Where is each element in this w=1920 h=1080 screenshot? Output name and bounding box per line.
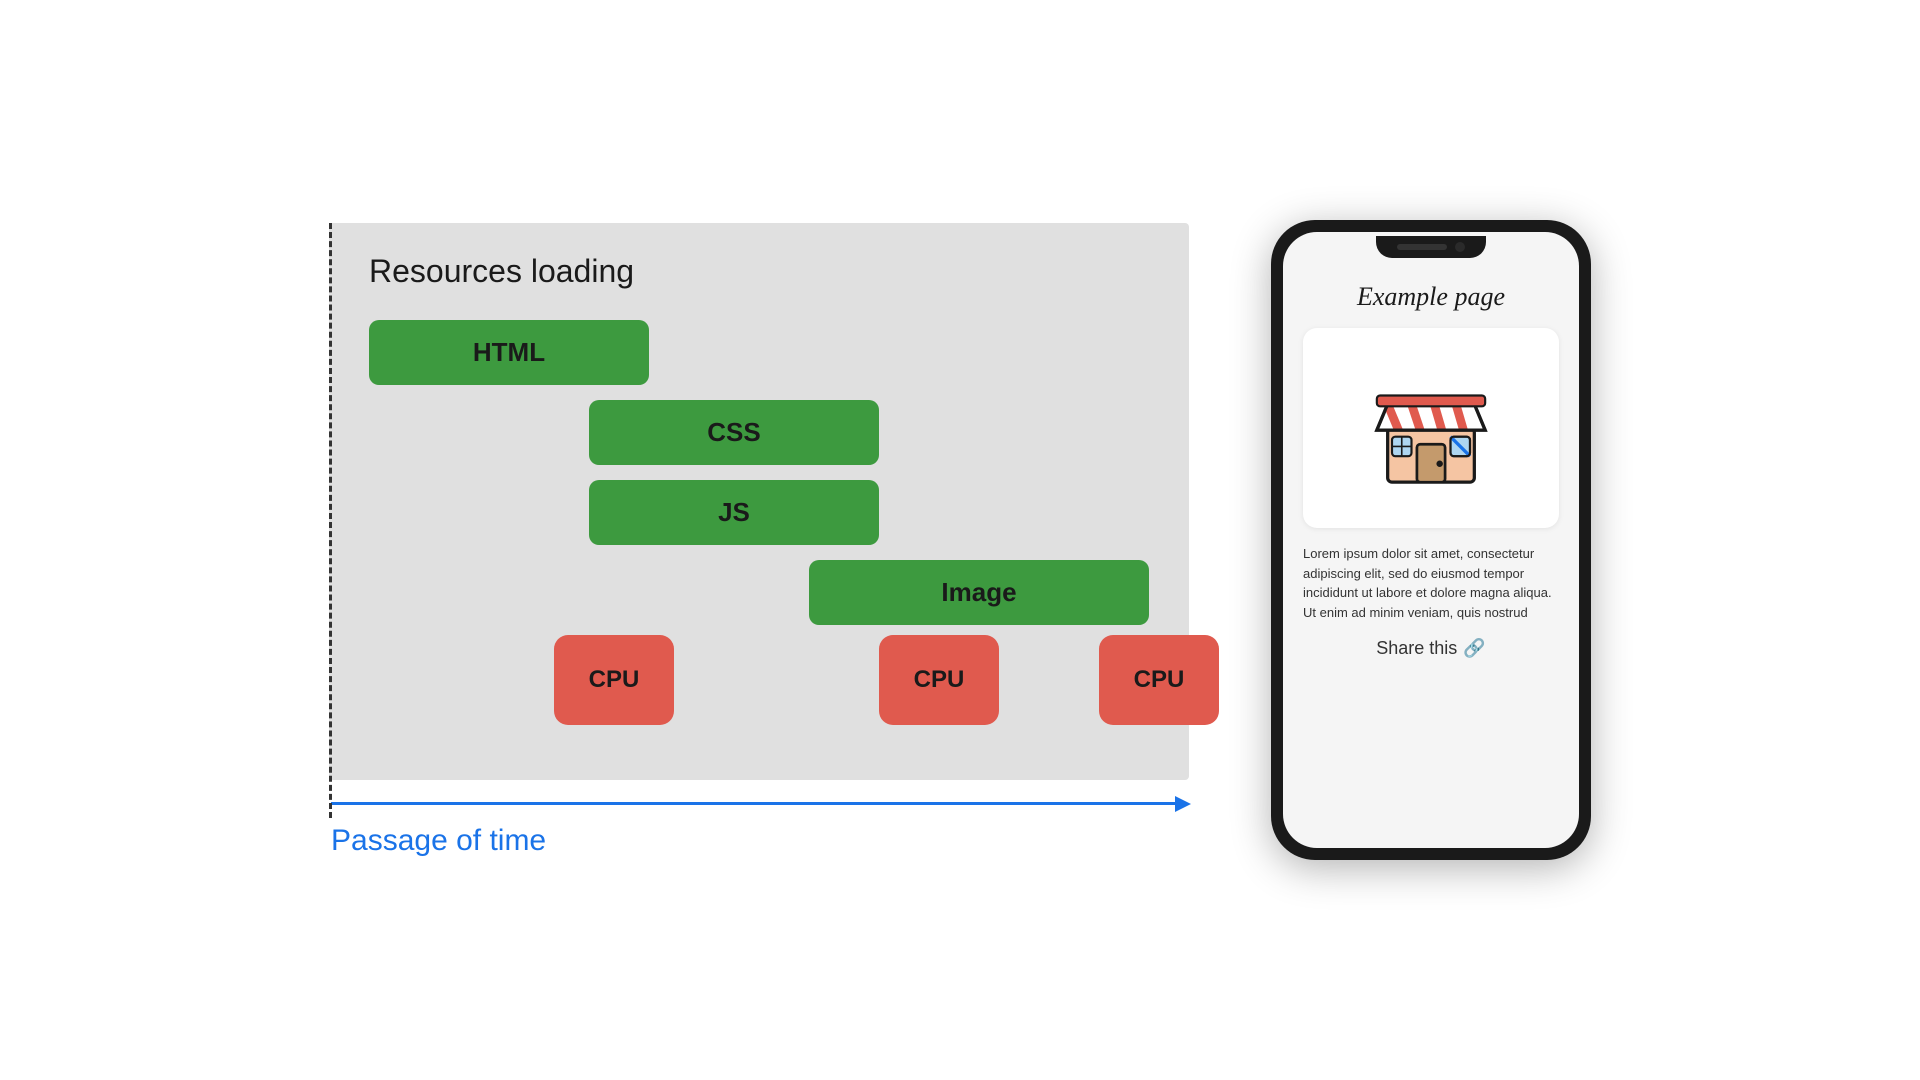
time-label: Passage of time — [331, 824, 1191, 858]
time-arrowhead — [1175, 796, 1191, 812]
diagram-wrapper: Resources loading HTML CSS JS — [329, 223, 1191, 858]
cpu-1-label: CPU — [589, 666, 640, 694]
phone-image-card — [1303, 328, 1559, 528]
cpu-3-label: CPU — [1134, 666, 1185, 694]
css-label: CSS — [707, 417, 760, 448]
html-bar: HTML — [369, 320, 649, 385]
js-label: JS — [718, 497, 750, 528]
share-label: Share this — [1376, 638, 1457, 659]
phone-frame: Example page — [1271, 220, 1591, 860]
main-container: Resources loading HTML CSS JS — [0, 0, 1920, 1080]
image-label: Image — [941, 577, 1016, 608]
time-section — [331, 796, 1191, 812]
time-line — [331, 802, 1175, 805]
cpu-block-1: CPU — [554, 635, 674, 725]
html-label: HTML — [473, 337, 545, 368]
diagram-title: Resources loading — [369, 253, 1159, 290]
phone-screen: Example page — [1283, 232, 1579, 848]
diagram-box: Resources loading HTML CSS JS — [329, 223, 1189, 780]
image-bar: Image — [809, 560, 1149, 625]
notch-speaker — [1397, 244, 1447, 250]
store-illustration — [1366, 363, 1496, 493]
phone-body-text: Lorem ipsum dolor sit amet, consectetur … — [1303, 544, 1559, 622]
css-bar: CSS — [589, 400, 879, 465]
phone-page-title: Example page — [1357, 282, 1505, 312]
phone-section: Example page — [1271, 220, 1591, 860]
cpu-block-3: CPU — [1099, 635, 1219, 725]
cpu-block-2: CPU — [879, 635, 999, 725]
notch-camera — [1455, 242, 1465, 252]
cpu-2-label: CPU — [914, 666, 965, 694]
phone-notch — [1376, 236, 1486, 258]
link-icon: 🔗 — [1463, 638, 1485, 659]
time-arrow — [331, 796, 1191, 812]
resources-area: HTML CSS JS Image — [359, 320, 1159, 740]
js-bar: JS — [589, 480, 879, 545]
share-link[interactable]: Share this 🔗 — [1376, 638, 1485, 659]
dashed-vertical-line — [329, 223, 332, 818]
diagram-section: Resources loading HTML CSS JS — [329, 223, 1191, 858]
